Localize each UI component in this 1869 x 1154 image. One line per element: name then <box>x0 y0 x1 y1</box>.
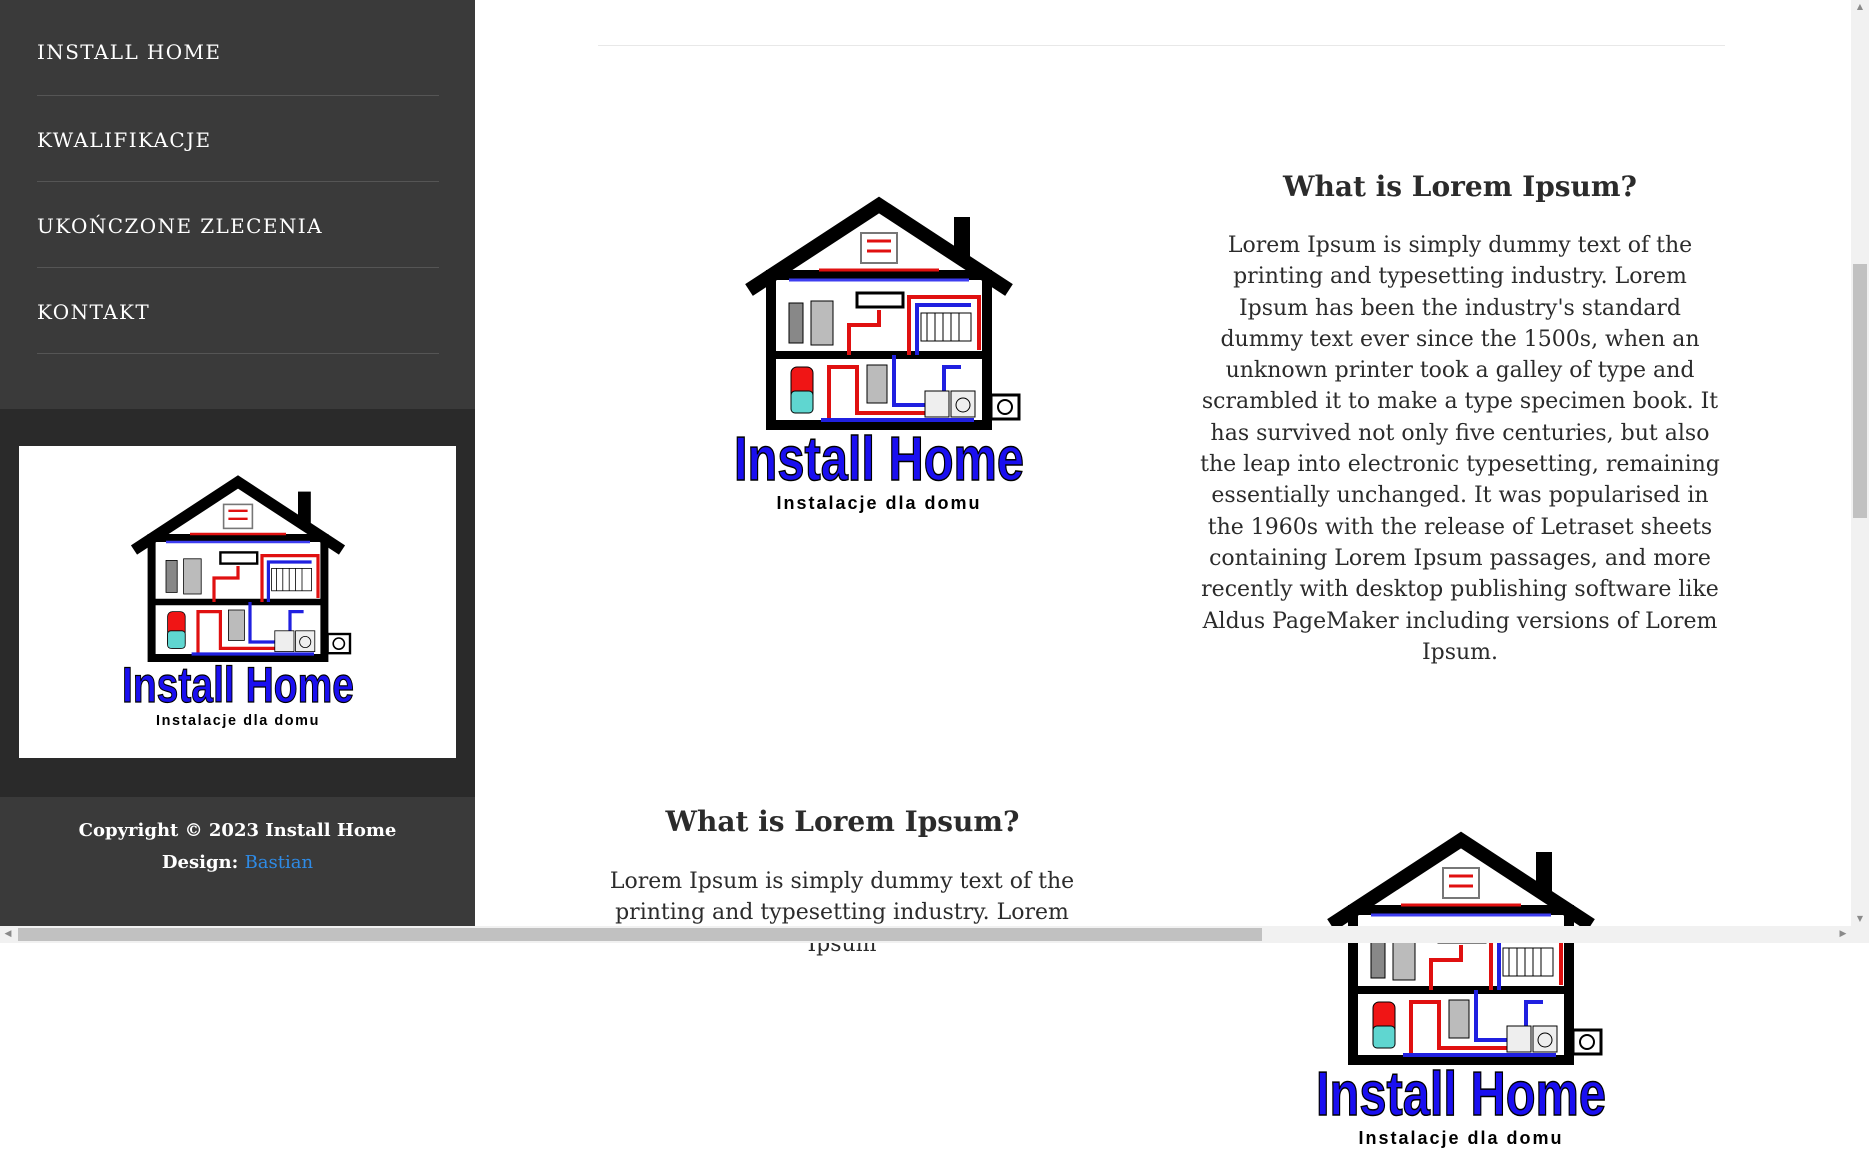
content-logo-2 <box>1311 830 1611 1154</box>
nav-item-install-home[interactable]: INSTALL HOME <box>37 0 439 96</box>
section-1-title: What is Lorem Ipsum? <box>1283 170 1637 203</box>
scroll-up-arrow-icon[interactable]: ▲ <box>1851 0 1869 14</box>
scroll-down-arrow-icon[interactable]: ▼ <box>1851 912 1869 926</box>
nav-item-kontakt[interactable]: KONTAKT <box>37 268 439 354</box>
design-credit: Design: Bastian <box>0 852 475 873</box>
main-nav: INSTALL HOME KWALIFIKACJE UKOŃCZONE ZLEC… <box>37 0 439 354</box>
section-2-title: What is Lorem Ipsum? <box>665 805 1020 838</box>
install-home-logo-image <box>1311 830 1611 1150</box>
vertical-scroll-thumb[interactable] <box>1853 264 1867 518</box>
main-content: What is Lorem Ipsum? Lorem Ipsum is simp… <box>475 0 1851 926</box>
install-home-logo-image <box>118 474 358 730</box>
sidebar-logo[interactable] <box>19 446 456 758</box>
section-2-text: Lorem Ipsum is simply dummy text of the … <box>609 869 1075 957</box>
section-divider <box>598 45 1725 46</box>
sidebar: INSTALL HOME KWALIFIKACJE UKOŃCZONE ZLEC… <box>0 0 475 943</box>
vertical-scrollbar[interactable]: ▲ ▼ <box>1851 0 1869 926</box>
horizontal-scroll-thumb[interactable] <box>18 928 1262 941</box>
install-home-logo-image <box>729 195 1029 515</box>
scroll-left-arrow-icon[interactable]: ◀ <box>0 926 16 943</box>
nav-item-ukonczone-zlecenia[interactable]: UKOŃCZONE ZLECENIA <box>37 182 439 268</box>
sidebar-footer: Copyright © 2023 Install Home Design: Ba… <box>0 797 475 943</box>
scroll-right-arrow-icon[interactable]: ▶ <box>1835 926 1851 943</box>
design-label: Design: <box>161 852 239 873</box>
nav-item-kwalifikacje[interactable]: KWALIFIKACJE <box>37 96 439 182</box>
designer-link[interactable]: Bastian <box>245 852 314 873</box>
section-1-text: Lorem Ipsum is simply dummy text of the … <box>1200 233 1720 665</box>
sidebar-logo-band <box>0 409 475 797</box>
horizontal-scrollbar[interactable]: ◀ ▶ <box>0 926 1869 943</box>
content-logo-1 <box>729 195 1029 519</box>
copyright-text: Copyright © 2023 Install Home <box>78 820 397 841</box>
